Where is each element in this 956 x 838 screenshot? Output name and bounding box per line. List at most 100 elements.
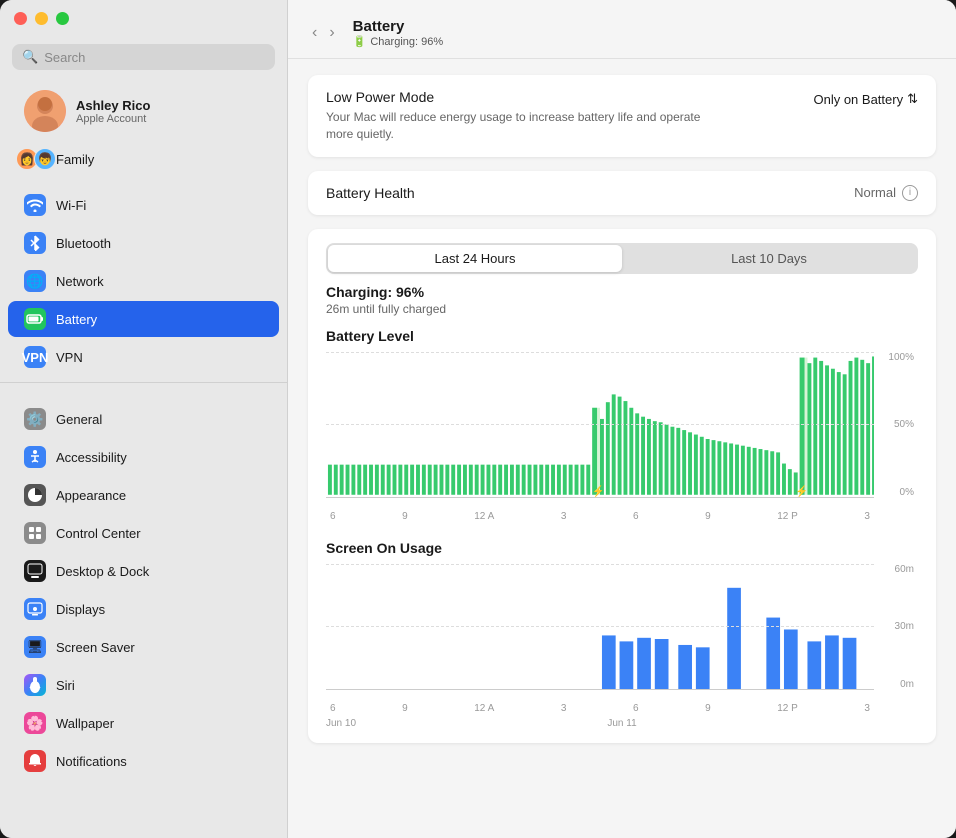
page-subtitle: 🔋 Charging: 96% [353, 35, 443, 48]
screen-on-usage-chart: 60m 30m 0m [326, 564, 918, 714]
battery-health-right: Normal i [854, 185, 918, 201]
battery-y-labels: 100% 50% 0% [880, 352, 918, 498]
sidebar-item-notifications[interactable]: Notifications [8, 743, 279, 779]
back-button[interactable]: ‹ [308, 22, 321, 44]
traffic-lights [14, 12, 69, 25]
screen-on-usage-section: Screen On Usage 60m 30m 0m [326, 540, 918, 729]
sidebar-item-network[interactable]: 🌐 Network [8, 263, 279, 299]
avatar [24, 90, 66, 132]
battery-chart-area: ⚡ ⚡ [326, 352, 874, 498]
usage-x-3a: 3 [561, 703, 567, 714]
screen-on-usage-title: Screen On Usage [326, 540, 918, 556]
x-label-3b: 3 [864, 511, 870, 522]
vpn-icon: VPN [24, 346, 46, 368]
general-icon: ⚙️ [24, 408, 46, 430]
main-window: 🔍 Search Ashley Rico Apple Account [0, 0, 956, 838]
low-power-desc: Your Mac will reduce energy usage to inc… [326, 109, 706, 143]
low-power-info: Low Power Mode Your Mac will reduce ener… [326, 89, 706, 143]
displays-label: Displays [56, 602, 105, 617]
sidebar-item-wifi[interactable]: Wi-Fi [8, 187, 279, 223]
y-label-50: 50% [894, 419, 914, 430]
siri-icon [24, 674, 46, 696]
desktop-dock-label: Desktop & Dock [56, 564, 149, 579]
screen-saver-icon: 🖥 [24, 636, 46, 658]
battery-level-title: Battery Level [326, 328, 918, 344]
sidebar-item-family[interactable]: 👩 👦 Family [8, 141, 279, 177]
search-bar[interactable]: 🔍 Search [12, 44, 275, 70]
vpn-label: VPN [56, 350, 83, 365]
y-label-100: 100% [888, 352, 914, 363]
desktop-dock-icon [24, 560, 46, 582]
displays-icon [24, 598, 46, 620]
y-label-0: 0% [900, 487, 914, 498]
sidebar-item-accessibility[interactable]: Accessibility [8, 439, 279, 475]
wifi-icon [24, 194, 46, 216]
battery-charging-icon: 🔋 [353, 35, 367, 48]
user-info: Ashley Rico Apple Account [76, 98, 150, 125]
usage-y-60: 60m [895, 564, 914, 575]
usage-y-labels: 60m 30m 0m [880, 564, 918, 690]
sidebar-item-general[interactable]: ⚙️ General [8, 401, 279, 437]
battery-health-label: Battery Health [326, 185, 415, 201]
low-power-chevron: ⇅ [907, 91, 918, 107]
info-button[interactable]: i [902, 185, 918, 201]
family-avatar-2: 👦 [34, 148, 56, 170]
usage-x-labels: 6 9 12 A 3 6 9 12 P 3 [326, 703, 874, 714]
appearance-icon [24, 484, 46, 506]
sidebar-item-appearance[interactable]: Appearance [8, 477, 279, 513]
charging-status: Charging: 96% [326, 284, 918, 300]
date-jun11: Jun 11 [523, 718, 720, 729]
battery-icon [24, 308, 46, 330]
usage-x-12p: 12 P [777, 703, 798, 714]
x-label-6a: 6 [330, 511, 336, 522]
usage-y-30: 30m [895, 621, 914, 632]
x-label-12a: 12 A [474, 511, 494, 522]
control-center-label: Control Center [56, 526, 141, 541]
page-title: Battery [353, 18, 443, 35]
family-icon: 👩 👦 [24, 148, 46, 170]
sidebar-item-bluetooth[interactable]: Bluetooth [8, 225, 279, 261]
wifi-label: Wi-Fi [56, 198, 86, 213]
last-24-hours-btn[interactable]: Last 24 Hours [328, 245, 622, 272]
low-power-setting[interactable]: Only on Battery ⇅ [813, 91, 918, 107]
usage-x-6a: 6 [330, 703, 336, 714]
user-subtitle: Apple Account [76, 113, 150, 125]
sidebar-item-screen-saver[interactable]: 🖥 Screen Saver [8, 629, 279, 665]
search-placeholder: Search [44, 50, 85, 65]
sidebar: 🔍 Search Ashley Rico Apple Account [0, 0, 288, 838]
battery-health-status: Normal [854, 185, 896, 200]
accessibility-label: Accessibility [56, 450, 127, 465]
sidebar-item-desktop-dock[interactable]: Desktop & Dock [8, 553, 279, 589]
maximize-button[interactable] [56, 12, 69, 25]
low-power-value: Only on Battery [813, 92, 903, 107]
charging-subtext: 26m until fully charged [326, 302, 918, 316]
usage-y-0: 0m [900, 679, 914, 690]
date-labels-row: Jun 10 Jun 11 [326, 718, 918, 729]
battery-level-chart: 100% 50% 0% [326, 352, 918, 522]
control-center-icon [24, 522, 46, 544]
content-body: Low Power Mode Your Mac will reduce ener… [288, 59, 956, 838]
bluetooth-icon [24, 232, 46, 254]
x-label-9b: 9 [705, 511, 711, 522]
sidebar-item-vpn[interactable]: VPN VPN [8, 339, 279, 375]
last-10-days-btn[interactable]: Last 10 Days [622, 245, 916, 272]
sidebar-item-displays[interactable]: Displays [8, 591, 279, 627]
notifications-icon [24, 750, 46, 772]
battery-label: Battery [56, 312, 97, 327]
sidebar-item-control-center[interactable]: Control Center [8, 515, 279, 551]
x-label-3a: 3 [561, 511, 567, 522]
minimize-button[interactable] [35, 12, 48, 25]
date-empty [721, 718, 918, 729]
sidebar-item-battery[interactable]: Battery [8, 301, 279, 337]
user-profile[interactable]: Ashley Rico Apple Account [8, 83, 279, 139]
forward-button[interactable]: › [325, 22, 338, 44]
user-name: Ashley Rico [76, 98, 150, 113]
close-button[interactable] [14, 12, 27, 25]
network-label: Network [56, 274, 104, 289]
sidebar-item-wallpaper[interactable]: 🌸 Wallpaper [8, 705, 279, 741]
battery-x-labels: 6 9 12 A 3 6 9 12 P 3 [326, 511, 874, 522]
x-label-12p: 12 P [777, 511, 798, 522]
usage-x-9b: 9 [705, 703, 711, 714]
sidebar-item-siri[interactable]: Siri [8, 667, 279, 703]
x-label-9a: 9 [402, 511, 408, 522]
